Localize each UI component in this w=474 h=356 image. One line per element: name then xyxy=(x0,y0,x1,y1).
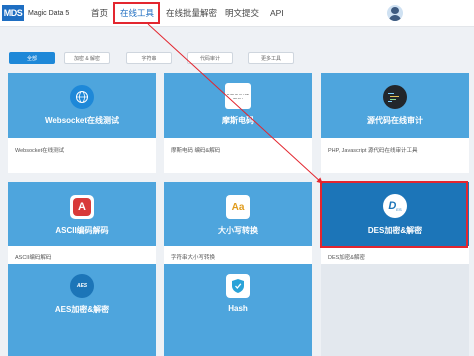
annotation-arrow xyxy=(147,23,323,184)
